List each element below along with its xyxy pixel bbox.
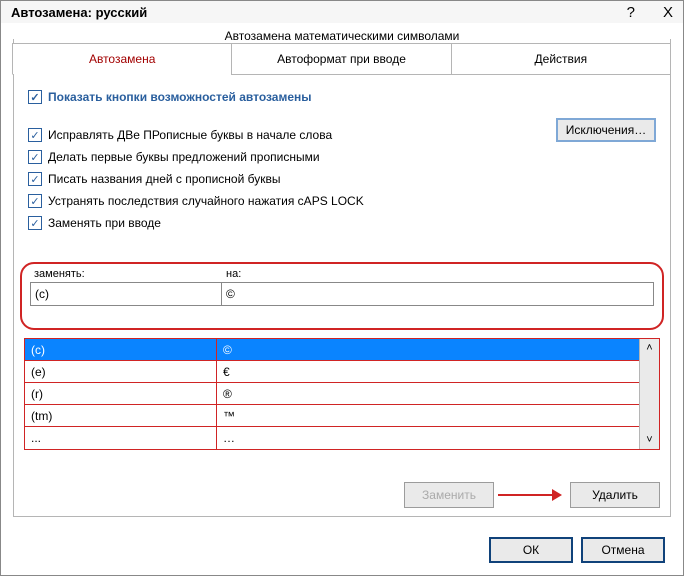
tab-strip: Автозамена Автоформат при вводе Действия: [13, 43, 671, 75]
check-sentence-caps[interactable]: ✓ Делать первые буквы предложений пропис…: [28, 146, 656, 168]
ok-button[interactable]: ОК: [489, 537, 573, 563]
tab-label: Автозамена: [89, 52, 155, 66]
check-show-buttons[interactable]: ✓ Показать кнопки возможностей автозамен…: [28, 86, 656, 108]
cell-with: ©: [217, 343, 639, 357]
checkbox-icon: ✓: [28, 216, 42, 230]
with-input[interactable]: [221, 282, 654, 306]
column-labels: заменять: на:: [30, 268, 654, 280]
list-body[interactable]: (c) © (e) € (r) ® (tm) ™ ... …: [25, 339, 639, 449]
titlebar: Автозамена: русский ? X: [1, 1, 683, 23]
button-label: ОК: [523, 543, 539, 557]
scroll-up-icon[interactable]: ˄: [646, 342, 652, 354]
checkbox-icon: ✓: [28, 172, 42, 186]
cancel-button[interactable]: Отмена: [581, 537, 665, 563]
check-capslock[interactable]: ✓ Устранять последствия случайного нажат…: [28, 190, 656, 212]
tab-autoformat[interactable]: Автоформат при вводе: [231, 43, 451, 75]
cell-with: ®: [217, 387, 639, 401]
replace-col-label: заменять:: [34, 268, 226, 280]
list-row[interactable]: (r) ®: [25, 383, 639, 405]
autocorrect-dialog: Автозамена: русский ? X Автозамена матем…: [0, 0, 684, 576]
check-label: Писать названия дней с прописной буквы: [48, 172, 280, 186]
tab-label: Действия: [535, 52, 588, 66]
cell-replace: ...: [25, 427, 217, 449]
replace-button[interactable]: Заменить: [404, 482, 494, 508]
replacement-list: (c) © (e) € (r) ® (tm) ™ ... …: [24, 338, 660, 450]
cell-with: ™: [217, 409, 639, 423]
cell-with: …: [217, 431, 639, 445]
tab-actions[interactable]: Действия: [451, 43, 671, 75]
with-col-label: на:: [226, 268, 241, 280]
tab-label: Автоформат при вводе: [277, 52, 406, 66]
button-label: Удалить: [592, 488, 638, 502]
groupbox-legend: Автозамена математическими символами: [219, 29, 466, 43]
list-row[interactable]: (c) ©: [25, 339, 639, 361]
exceptions-button[interactable]: Исключения…: [556, 118, 656, 142]
cell-replace: (e): [25, 361, 217, 382]
delete-button[interactable]: Удалить: [570, 482, 660, 508]
check-day-caps[interactable]: ✓ Писать названия дней с прописной буквы: [28, 168, 656, 190]
cell-replace: (c): [25, 339, 217, 360]
close-icon[interactable]: X: [663, 4, 673, 21]
checkbox-icon: ✓: [28, 150, 42, 164]
checkbox-icon: ✓: [28, 194, 42, 208]
check-label: Устранять последствия случайного нажатия…: [48, 194, 364, 208]
window-title: Автозамена: русский: [11, 5, 147, 20]
check-label: Делать первые буквы предложений прописны…: [48, 150, 320, 164]
arrow-annotation: [498, 489, 562, 501]
replace-input[interactable]: [30, 282, 222, 306]
titlebar-controls: ? X: [627, 4, 673, 21]
inner-button-row: Заменить Удалить: [396, 482, 660, 508]
button-label: Отмена: [601, 543, 644, 557]
button-label: Исключения…: [566, 123, 647, 137]
scroll-down-icon[interactable]: ˅: [646, 434, 652, 446]
list-row[interactable]: ... …: [25, 427, 639, 449]
tab-content: ✓ Показать кнопки возможностей автозамен…: [13, 74, 671, 517]
input-zone-annotation: заменять: на:: [20, 262, 664, 330]
button-label: Заменить: [422, 488, 476, 502]
help-icon[interactable]: ?: [627, 4, 635, 21]
check-label: Исправлять ДВе ПРописные буквы в начале …: [48, 128, 332, 142]
checkbox-icon: ✓: [28, 128, 42, 142]
list-scrollbar[interactable]: ˄ ˅: [639, 339, 659, 449]
list-row[interactable]: (e) €: [25, 361, 639, 383]
checkbox-icon: ✓: [28, 90, 42, 104]
cell-with: €: [217, 365, 639, 379]
cell-replace: (r): [25, 383, 217, 404]
cell-replace: (tm): [25, 405, 217, 426]
check-replace-typing[interactable]: ✓ Заменять при вводе: [28, 212, 656, 234]
check-label: Показать кнопки возможностей автозамены: [48, 90, 312, 104]
dialog-button-row: ОК Отмена: [481, 537, 665, 563]
tab-autocorrect[interactable]: Автозамена: [12, 43, 232, 75]
list-row[interactable]: (tm) ™: [25, 405, 639, 427]
check-label: Заменять при вводе: [48, 216, 161, 230]
